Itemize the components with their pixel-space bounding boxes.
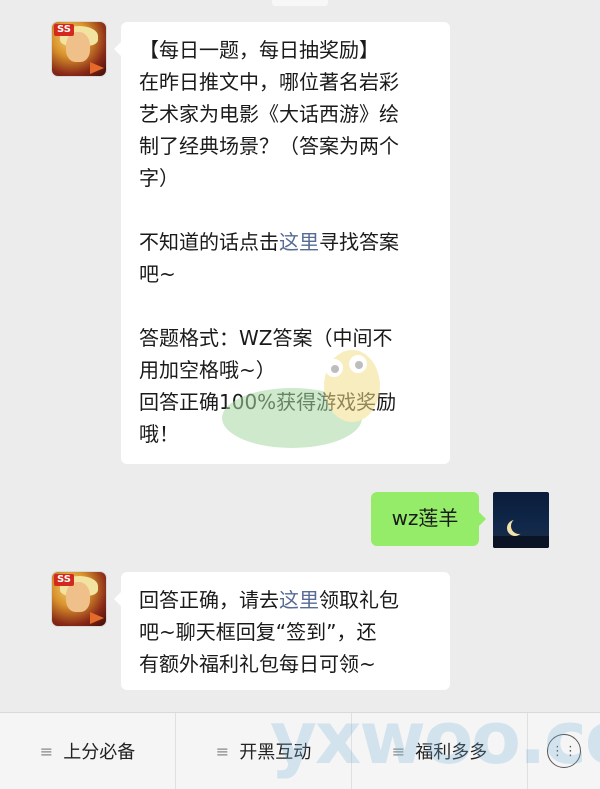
keyboard-icon: ⋮⋮ — [547, 734, 581, 768]
menu-icon: ≡ — [391, 741, 406, 761]
message-line: 有额外福利礼包每日可领~ — [139, 652, 376, 676]
message-line: 用加空格哦~） — [139, 358, 276, 382]
user-avatar[interactable] — [493, 492, 549, 548]
message-text: 不知道的话点击 — [139, 230, 279, 254]
avatar-flag — [90, 62, 104, 74]
menu-icon: ≡ — [39, 741, 54, 761]
gift-link[interactable]: 这里 — [279, 588, 319, 612]
message-line: 哦！ — [139, 422, 179, 446]
menu-icon: ≡ — [215, 741, 230, 761]
message-line: 回答正确100%获得游戏奖励 — [139, 390, 397, 414]
menu-item-1[interactable]: ≡ 上分必备 — [0, 713, 176, 789]
menu-item-3[interactable]: ≡ 福利多多 — [352, 713, 528, 789]
message-bubble-user-answer[interactable]: wz莲羊 — [371, 492, 486, 546]
avatar-flag — [90, 612, 104, 624]
avatar-badge: SS — [54, 574, 74, 586]
message-line: 艺术家为电影《大话西游》绘 — [139, 102, 399, 126]
message-text: wz莲羊 — [391, 506, 459, 530]
avatar-face — [66, 32, 90, 62]
message-line: 制了经典场景？（答案为两个 — [139, 134, 399, 158]
message-text: 回答正确，请去 — [139, 588, 279, 612]
avatar-badge: SS — [54, 24, 74, 36]
menu-item-label: 上分必备 — [63, 742, 136, 763]
menu-item-label: 福利多多 — [415, 742, 488, 763]
game-avatar[interactable]: SS — [52, 22, 106, 76]
message-line: 【每日一题，每日抽奖励】 — [139, 38, 379, 62]
message-line — [139, 290, 434, 322]
message-bubble-question[interactable]: 【每日一题，每日抽奖励】 在昨日推文中，哪位著名岩彩 艺术家为电影《大话西游》绘… — [114, 22, 450, 464]
message-line: 字） — [139, 166, 179, 190]
top-edge — [272, 0, 328, 6]
avatar-ground — [493, 536, 549, 548]
bottom-menu-bar: ≡ 上分必备 ≡ 开黑互动 ≡ 福利多多 ⋮⋮ — [0, 712, 600, 789]
avatar-face — [66, 582, 90, 612]
message-line: 吧~聊天框回复“签到”，还 — [139, 620, 377, 644]
message-text: 领取礼包 — [319, 588, 399, 612]
keyboard-toggle-button[interactable]: ⋮⋮ — [528, 713, 600, 789]
message-line: 答题格式：WZ答案（中间不 — [139, 326, 393, 350]
message-text: 寻找答案 — [319, 230, 399, 254]
message-line: 吧~ — [139, 262, 176, 286]
message-bubble-reply[interactable]: 回答正确，请去这里领取礼包 吧~聊天框回复“签到”，还 有额外福利礼包每日可领~ — [114, 572, 450, 690]
answer-link[interactable]: 这里 — [279, 230, 319, 254]
message-line-with-link: 不知道的话点击这里寻找答案 — [139, 226, 434, 258]
menu-item-2[interactable]: ≡ 开黑互动 — [176, 713, 352, 789]
message-line-with-link: 回答正确，请去这里领取礼包 — [139, 584, 434, 616]
message-line — [139, 194, 434, 226]
moon-icon — [511, 518, 527, 534]
message-line: 在昨日推文中，哪位著名岩彩 — [139, 70, 399, 94]
game-avatar[interactable]: SS — [52, 572, 106, 626]
menu-item-label: 开黑互动 — [239, 742, 312, 763]
